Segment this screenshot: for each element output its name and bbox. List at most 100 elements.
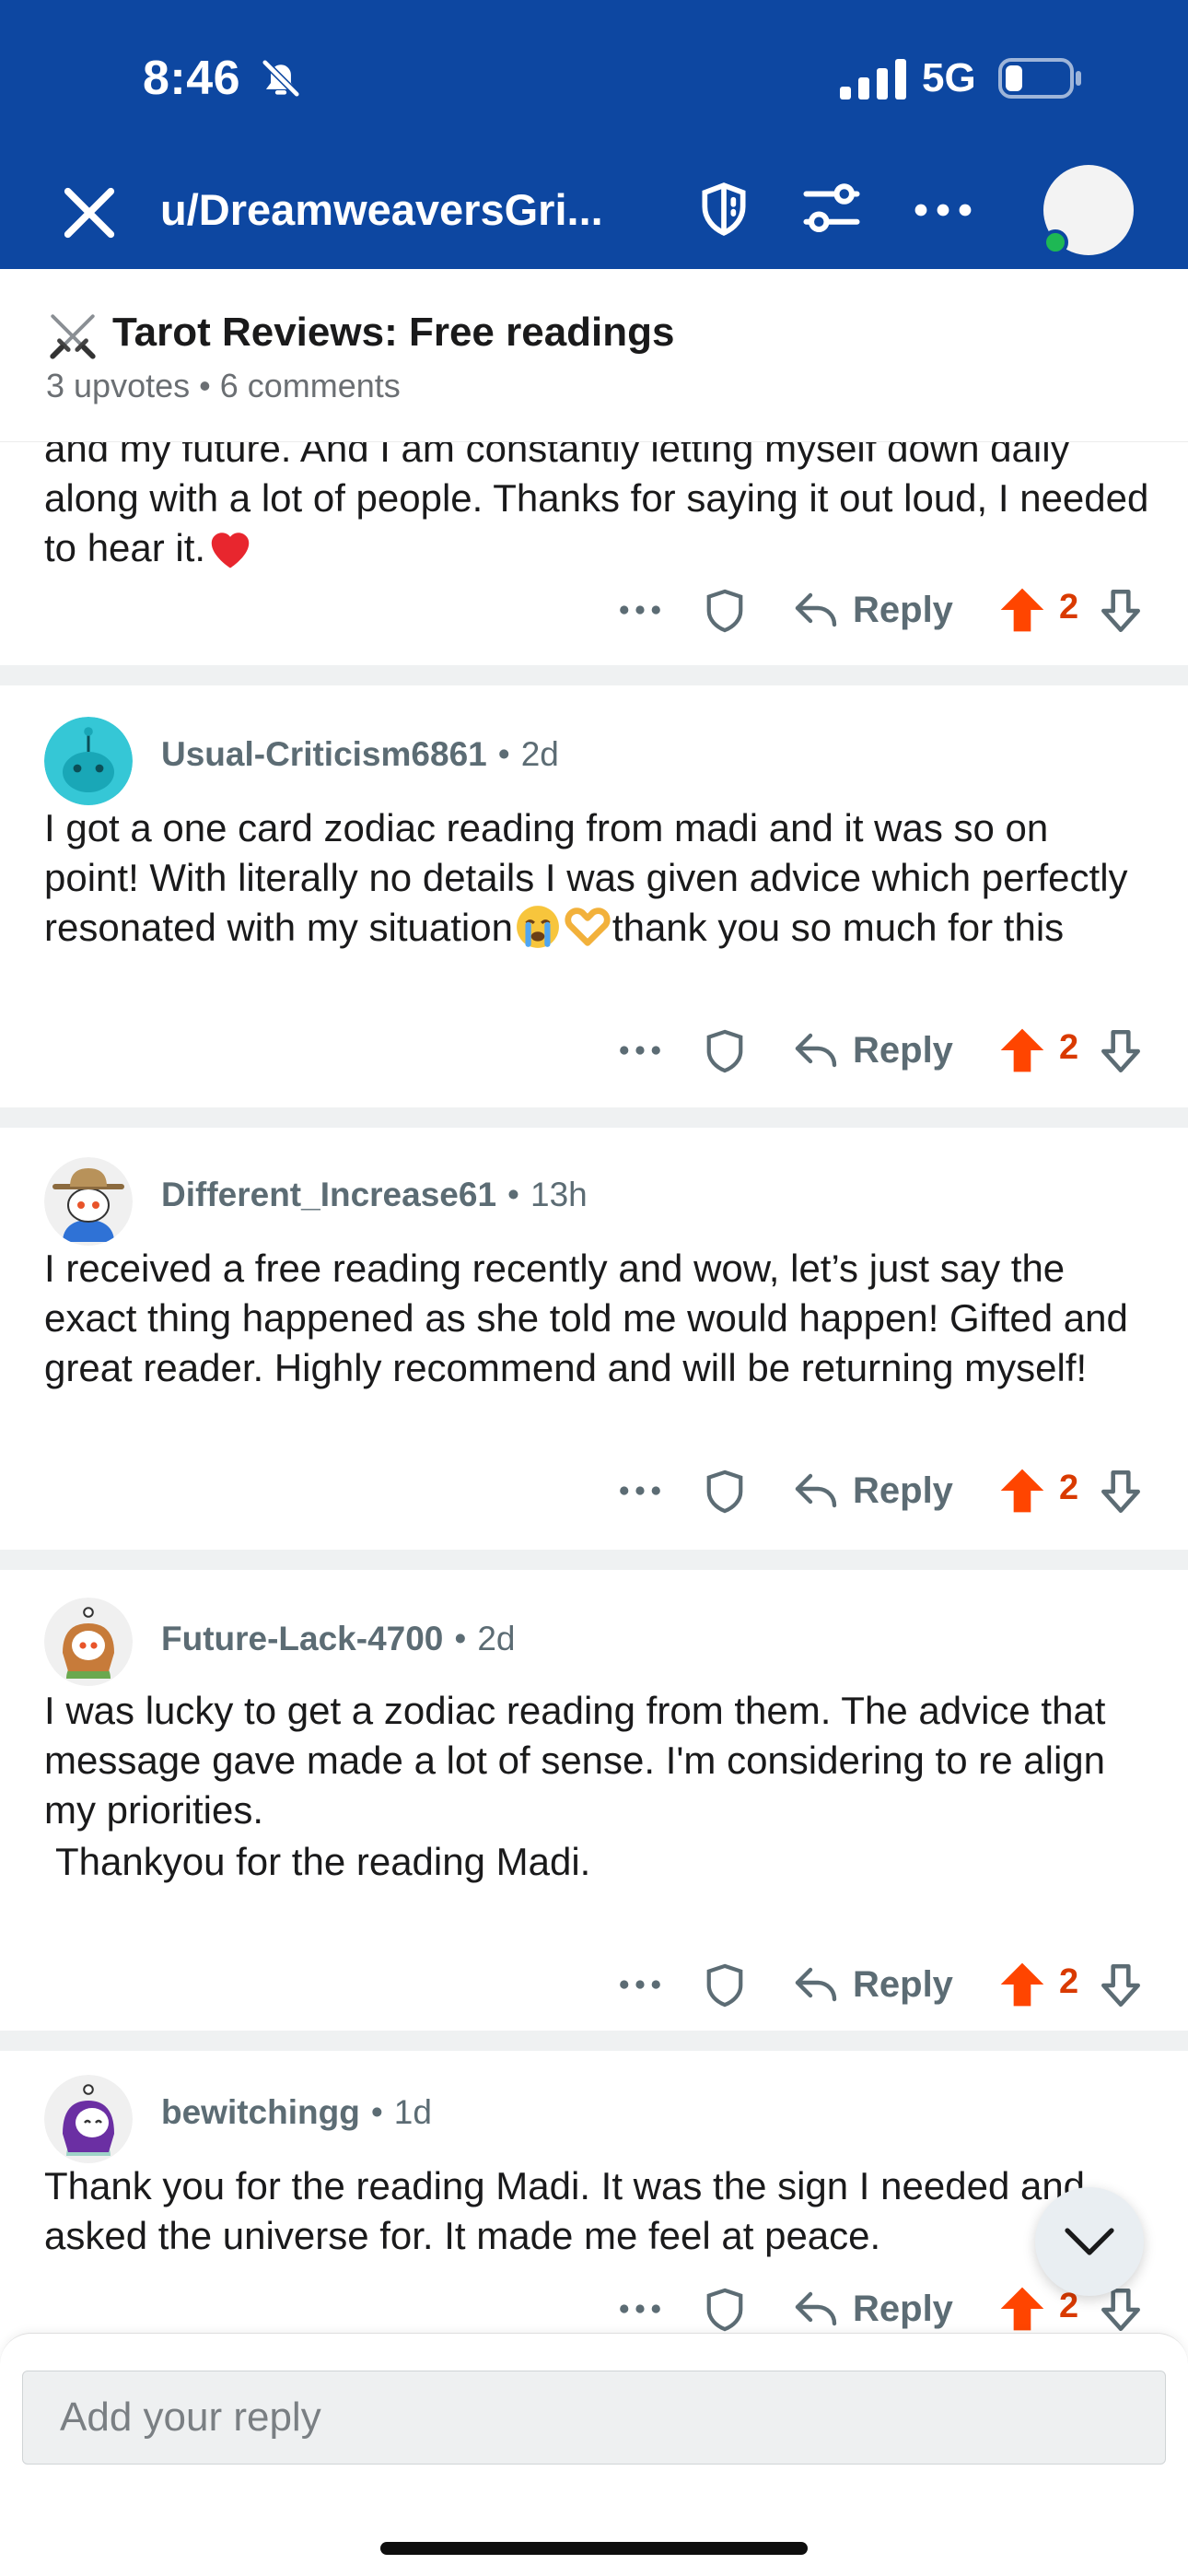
- comment-separator: [0, 665, 1188, 685]
- comment-age: 13h: [530, 1176, 588, 1213]
- snoo-witch-avatar-icon: [44, 2075, 133, 2163]
- meta-dot: •: [507, 1176, 519, 1213]
- comment-body: I received a free reading recently and w…: [44, 1244, 1149, 1393]
- award-icon[interactable]: [704, 1028, 746, 1074]
- more-icon[interactable]: [619, 2292, 661, 2325]
- vote-count: 2: [1059, 1028, 1079, 1067]
- downvote-icon[interactable]: [1098, 586, 1144, 636]
- more-icon[interactable]: [619, 1968, 661, 2001]
- downvote-icon[interactable]: [1098, 1961, 1144, 2010]
- avatar[interactable]: [44, 1157, 133, 1246]
- reply-icon: [795, 1967, 837, 2002]
- comment-age: 2d: [520, 735, 559, 773]
- snoo-avatar-icon: [44, 717, 133, 805]
- comment-feed[interactable]: and my future. And I am constantly letti…: [0, 442, 1188, 2333]
- comment: bewitchingg • 1d Thank you for the reading…: [0, 2051, 1188, 2333]
- comment: and my future. And I am constantly letti…: [0, 442, 1188, 665]
- chevron-down-icon: [1065, 2228, 1114, 2255]
- nav-title[interactable]: u/DreamweaversGri...: [160, 184, 603, 235]
- crossed-swords-icon: [50, 314, 96, 359]
- home-indicator[interactable]: [380, 2542, 808, 2555]
- comment-body: I got a one card zodiac reading from mad…: [44, 803, 1149, 953]
- reply-icon: [795, 1473, 837, 1508]
- more-icon[interactable]: [914, 184, 973, 236]
- upvote-icon[interactable]: [996, 584, 1048, 636]
- upvote-icon[interactable]: [996, 1465, 1048, 1516]
- status-time: 8:46: [143, 52, 241, 105]
- comment-separator: [0, 1550, 1188, 1570]
- app-header: 8:46 5G u/DreamweaversGri...: [0, 0, 1188, 269]
- reply-button[interactable]: Reply: [792, 582, 953, 638]
- award-icon[interactable]: [704, 588, 746, 634]
- close-icon[interactable]: [57, 181, 122, 245]
- comment-age: 2d: [477, 1620, 516, 1657]
- comment-body: I was lucky to get a zodiac reading from…: [44, 1686, 1149, 1835]
- reply-icon: [795, 1033, 837, 1068]
- username[interactable]: Usual-Criticism6861: [161, 735, 487, 773]
- more-icon[interactable]: [619, 1034, 661, 1067]
- network-label: 5G: [922, 55, 976, 100]
- reply-input[interactable]: [22, 2371, 1166, 2465]
- more-icon[interactable]: [619, 1474, 661, 1507]
- snoo-cowboy-avatar-icon: [44, 1157, 133, 1246]
- reply-icon: [795, 2291, 837, 2326]
- comment-actions: Reply 2: [0, 2281, 1188, 2333]
- snoo-girl-avatar-icon: [44, 1598, 133, 1686]
- signal-icon: [840, 59, 906, 100]
- meta-dot: •: [497, 735, 510, 773]
- reply-label: Reply: [853, 1029, 953, 1071]
- reply-composer: [0, 2333, 1188, 2576]
- award-icon[interactable]: [704, 1962, 746, 2008]
- reply-icon: [795, 592, 837, 627]
- online-indicator: [1042, 229, 1068, 255]
- comment-text: I received a free reading recently and w…: [44, 1247, 1128, 1389]
- comment-actions: Reply 2: [0, 1957, 1188, 2012]
- upvote-icon[interactable]: [996, 2283, 1048, 2333]
- mod-shield-icon[interactable]: [695, 181, 752, 238]
- post-header[interactable]: [0, 269, 1188, 442]
- downvote-icon[interactable]: [1098, 1026, 1144, 1076]
- vote-count: 2: [1059, 1962, 1079, 2001]
- comment: Future-Lack-4700 • 2d I was lucky to get a…: [0, 1570, 1188, 2049]
- filter-icon[interactable]: [801, 179, 862, 240]
- username[interactable]: Future-Lack-4700: [161, 1620, 443, 1657]
- comment-separator: [0, 2031, 1188, 2051]
- reply-label: Reply: [853, 1963, 953, 2005]
- post-meta: 3 upvotes • 6 comments: [46, 367, 401, 404]
- comment-text: Thank you for the reading Madi. It was t…: [44, 2164, 1086, 2257]
- upvote-icon[interactable]: [996, 1959, 1048, 2010]
- bell-muted-icon: [261, 58, 301, 99]
- comment-text-cont: Thankyou for the reading Madi.: [55, 1840, 591, 1883]
- more-icon[interactable]: [619, 593, 661, 626]
- meta-dot: •: [370, 2093, 383, 2131]
- post-title[interactable]: Tarot Reviews: Free readings: [112, 310, 675, 356]
- vote-count: 2: [1059, 588, 1079, 626]
- comment-body-p2: Thankyou for the reading Madi.: [55, 1837, 1160, 1887]
- avatar[interactable]: [44, 717, 133, 805]
- comment-separator: [0, 1107, 1188, 1128]
- meta-dot: •: [454, 1620, 467, 1657]
- downvote-icon[interactable]: [1098, 1467, 1144, 1516]
- scroll-down-button[interactable]: [1035, 2187, 1144, 2296]
- upvote-icon[interactable]: [996, 1025, 1048, 1076]
- heart-hands-icon: [565, 907, 611, 946]
- username[interactable]: Different_Increase61: [161, 1176, 496, 1213]
- comment-body: and my future. And I am constantly letti…: [44, 442, 1149, 573]
- battery-icon: [998, 58, 1081, 99]
- comment-meta: bewitchingg • 1d: [161, 2093, 432, 2132]
- reply-button[interactable]: Reply: [792, 1023, 953, 1078]
- avatar[interactable]: [44, 2075, 133, 2163]
- reply-button[interactable]: Reply: [792, 2281, 953, 2333]
- comment-age: 1d: [393, 2093, 432, 2131]
- comment-body: Thank you for the reading Madi. It was t…: [44, 2161, 1149, 2261]
- award-icon[interactable]: [704, 1469, 746, 1515]
- username[interactable]: bewitchingg: [161, 2093, 360, 2131]
- avatar[interactable]: [44, 1598, 133, 1686]
- crying-face-icon: [517, 906, 559, 948]
- reply-button[interactable]: Reply: [792, 1957, 953, 2012]
- award-icon[interactable]: [704, 2287, 746, 2333]
- reply-label: Reply: [853, 589, 953, 630]
- reply-button[interactable]: Reply: [792, 1463, 953, 1518]
- comment-meta: Future-Lack-4700 • 2d: [161, 1620, 516, 1658]
- red-heart-icon: [211, 533, 250, 568]
